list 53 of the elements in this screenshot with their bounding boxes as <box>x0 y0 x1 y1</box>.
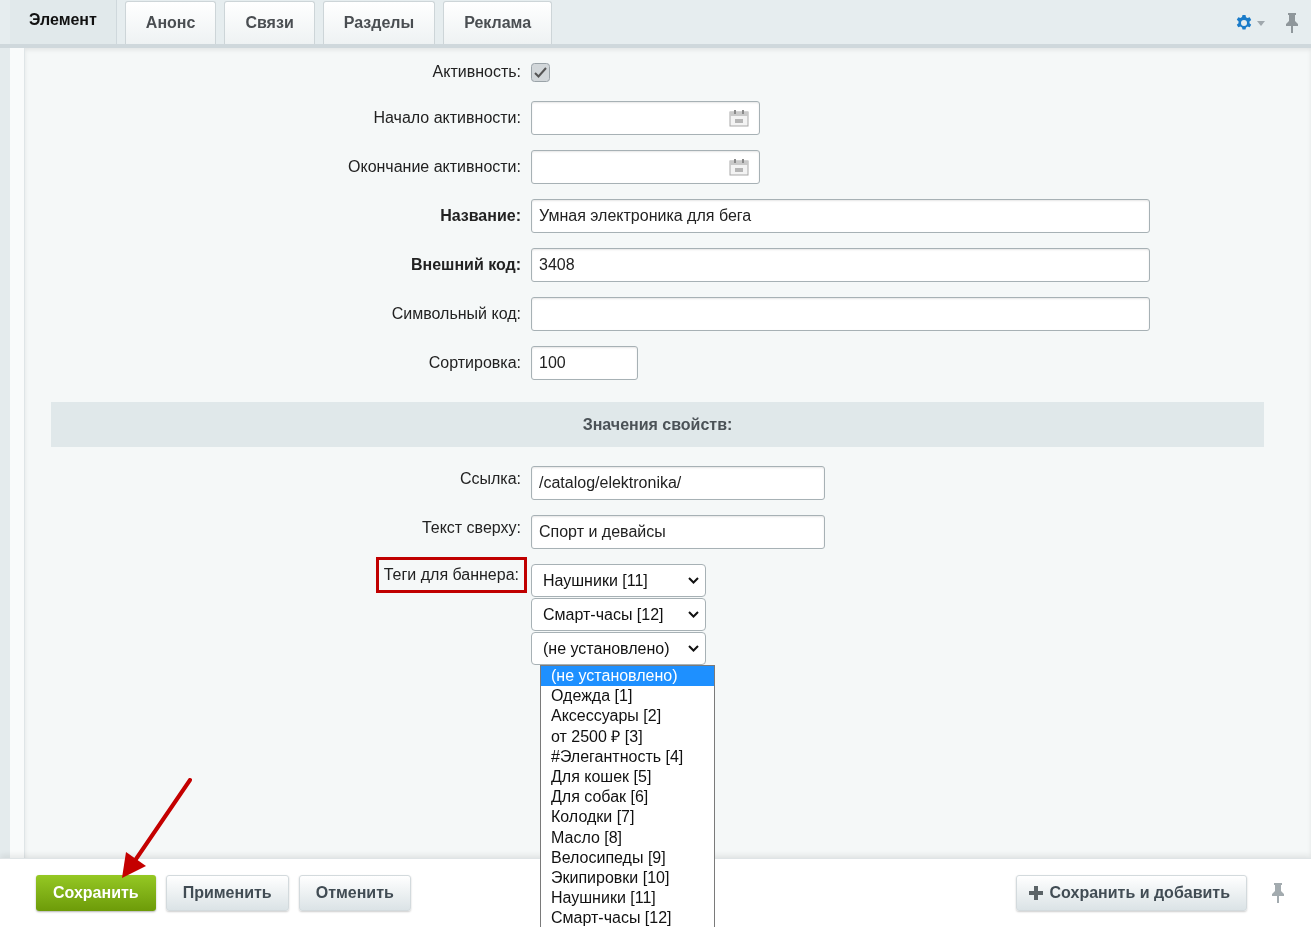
field-label: Окончание активности: <box>348 157 521 177</box>
tab[interactable]: Связи <box>224 1 315 44</box>
dropdown-option[interactable]: Для кошек [5] <box>541 766 714 788</box>
pin-icon[interactable] <box>1271 882 1285 904</box>
dropdown-option[interactable]: Колодки [7] <box>541 807 714 828</box>
tab[interactable]: Элемент <box>10 0 117 44</box>
chevron-icon[interactable] <box>688 577 699 584</box>
input-field[interactable] <box>531 297 1150 331</box>
dropdown-option[interactable]: #Элегантность [4] <box>541 746 714 767</box>
field-label: Активность: <box>432 62 521 82</box>
field-label: Текст сверху: <box>421 518 521 538</box>
input-field[interactable]: /catalog/elektronika/ <box>531 466 825 500</box>
section-header: Значения свойств: <box>51 402 1264 447</box>
chevron-icon[interactable] <box>688 645 699 652</box>
chevron-icon[interactable] <box>688 611 699 618</box>
field-label: Начало активности: <box>373 108 521 128</box>
caret-icon[interactable] <box>1257 20 1265 26</box>
field-label: Внешний код: <box>410 255 521 275</box>
input-field[interactable]: Спорт и девайсы <box>531 515 825 549</box>
dropdown-option[interactable]: Для собак [6] <box>541 787 714 808</box>
input-field[interactable]: 100 <box>531 346 638 380</box>
date-field[interactable] <box>531 150 760 184</box>
input-field[interactable]: 3408 <box>531 248 1150 282</box>
action-button[interactable]: Отменить <box>298 875 411 911</box>
select-field[interactable]: Наушники [11] <box>531 564 706 597</box>
calendar-icon[interactable] <box>729 109 749 127</box>
plus-icon <box>1028 886 1043 900</box>
tab[interactable]: Реклама <box>443 1 553 44</box>
field-label: Теги для баннера: <box>375 557 527 593</box>
date-field[interactable] <box>531 101 760 135</box>
dropdown-option[interactable]: Наушники [11] <box>541 888 714 909</box>
dropdown-option[interactable]: Одежда [1] <box>541 686 714 707</box>
field-label: Сортировка: <box>428 353 521 373</box>
dropdown-option[interactable]: Аксессуары [2] <box>541 706 714 727</box>
select-field[interactable]: Смарт-часы [12] <box>531 598 706 631</box>
dropdown-option[interactable]: Смарт-часы [12] <box>541 908 714 927</box>
tab[interactable]: Разделы <box>322 1 436 44</box>
save-and-add-button[interactable]: Сохранить и добавить <box>1015 875 1247 911</box>
dropdown-option[interactable]: от 2500 ₽ [3] <box>541 726 714 747</box>
field-label: Название: <box>440 206 521 226</box>
tab[interactable]: Анонс <box>124 1 217 44</box>
input-field[interactable]: Умная электроника для бега <box>531 199 1150 233</box>
dropdown-option[interactable]: Велосипеды [9] <box>541 847 714 868</box>
calendar-icon[interactable] <box>729 158 749 176</box>
settings-icon[interactable] <box>1235 14 1253 32</box>
pin-icon[interactable] <box>1285 12 1299 34</box>
dropdown-option[interactable]: Экипировки [10] <box>541 867 714 889</box>
dropdown-option[interactable]: Масло [8] <box>541 827 714 848</box>
select-field[interactable]: (не установлено) <box>531 632 706 665</box>
checkbox[interactable] <box>531 62 550 82</box>
action-button[interactable]: Применить <box>165 875 289 911</box>
field-label: Символьный код: <box>391 304 521 324</box>
field-label: Ссылка: <box>459 469 521 489</box>
